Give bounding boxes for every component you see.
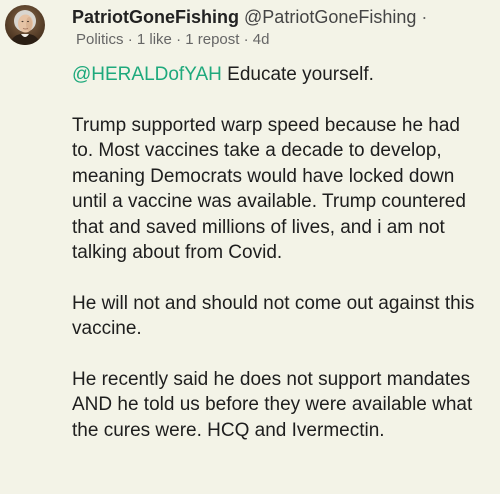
- post-meta: Politics · 1 like · 1 repost · 4d: [72, 30, 496, 50]
- post-header: PatriotGoneFishing @PatriotGoneFishing ·…: [72, 6, 496, 50]
- post-text: Educate yourself.: [221, 64, 374, 85]
- post-first-line: @HERALDofYAH Educate yourself.: [72, 62, 482, 88]
- author-row: PatriotGoneFishing @PatriotGoneFishing ·: [72, 6, 496, 28]
- separator-dot: ·: [176, 31, 182, 48]
- separator-dot: ·: [421, 7, 428, 27]
- category-link[interactable]: Politics: [76, 31, 124, 48]
- repost-count[interactable]: 1 repost: [185, 31, 239, 48]
- post-body: @HERALDofYAH Educate yourself. Trump sup…: [72, 62, 482, 468]
- like-count[interactable]: 1 like: [137, 31, 172, 48]
- post-paragraph: Trump supported warp speed because he ha…: [72, 114, 466, 264]
- post-paragraph: He will not and should not come out agai…: [72, 292, 475, 340]
- portrait-avatar-icon: [5, 5, 45, 45]
- separator-dot: ·: [243, 31, 249, 48]
- mention-link[interactable]: @HERALDofYAH: [72, 64, 222, 85]
- post-timestamp[interactable]: 4d: [253, 31, 270, 48]
- author-avatar[interactable]: [5, 5, 45, 45]
- author-display-name[interactable]: PatriotGoneFishing: [72, 7, 239, 27]
- author-handle[interactable]: @PatriotGoneFishing: [244, 7, 416, 27]
- post-card: PatriotGoneFishing @PatriotGoneFishing ·…: [0, 0, 500, 494]
- post-paragraph: He recently said he does not support man…: [72, 368, 473, 441]
- separator-dot: ·: [127, 31, 133, 48]
